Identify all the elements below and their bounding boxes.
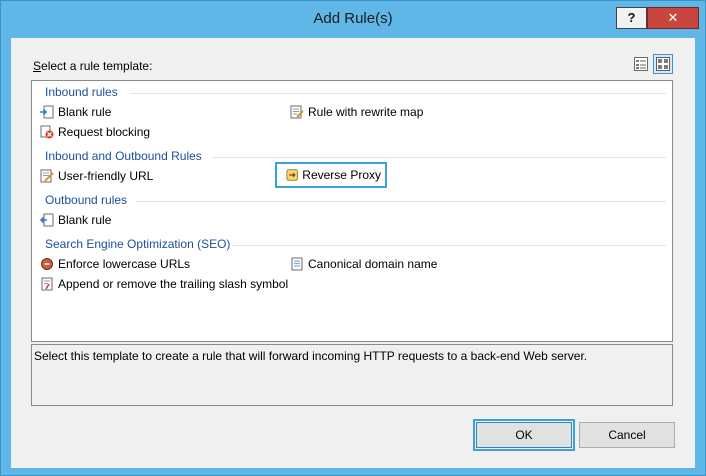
details-view-icon bbox=[634, 57, 648, 71]
help-button[interactable]: ? bbox=[616, 7, 647, 29]
group-title-seo: Search Engine Optimization (SEO) bbox=[45, 237, 231, 251]
group-divider bbox=[212, 157, 666, 158]
group-title-inbound-outbound: Inbound and Outbound Rules bbox=[45, 149, 202, 163]
group-title-inbound: Inbound rules bbox=[45, 85, 118, 99]
template-user-friendly-url[interactable]: User-friendly URL bbox=[36, 165, 157, 187]
template-outbound-blank-rule[interactable]: Blank rule bbox=[36, 209, 115, 231]
lowercase-icon bbox=[41, 258, 53, 270]
template-label: Rule with rewrite map bbox=[308, 105, 424, 119]
tiles-view-icon bbox=[656, 57, 670, 71]
template-label: Request blocking bbox=[58, 125, 151, 139]
title-bar[interactable]: Add Rule(s) ? ✕ bbox=[1, 1, 705, 37]
close-button[interactable]: ✕ bbox=[647, 7, 699, 29]
outbound-blank-rule-icon bbox=[40, 213, 54, 227]
add-rules-dialog: Add Rule(s) ? ✕ Select a rule template: … bbox=[0, 0, 706, 476]
template-label: User-friendly URL bbox=[58, 169, 154, 183]
group-divider bbox=[136, 201, 666, 202]
group-divider bbox=[130, 93, 666, 94]
request-blocking-icon bbox=[40, 125, 54, 139]
canonical-domain-icon bbox=[291, 257, 303, 271]
rule-template-list[interactable]: Inbound rules Blank rule Rule with rewri… bbox=[31, 80, 673, 342]
accesskey: S bbox=[33, 59, 42, 73]
template-label: Canonical domain name bbox=[308, 257, 438, 271]
template-label: Blank rule bbox=[58, 213, 112, 227]
tiles-view-button[interactable] bbox=[653, 54, 673, 74]
template-label: Blank rule bbox=[58, 105, 112, 119]
dialog-body: Select a rule template: Inbound rules Bl… bbox=[11, 38, 695, 468]
rewrite-map-icon bbox=[290, 105, 304, 119]
group-divider bbox=[232, 245, 666, 246]
details-view-button[interactable] bbox=[631, 54, 651, 74]
prompt-rest: elect a rule template: bbox=[41, 59, 153, 73]
cancel-button[interactable]: Cancel bbox=[579, 422, 675, 448]
template-description: Select this template to create a rule th… bbox=[31, 344, 673, 406]
template-request-blocking[interactable]: Request blocking bbox=[36, 121, 154, 143]
group-title-outbound: Outbound rules bbox=[45, 193, 128, 207]
ok-button[interactable]: OK bbox=[473, 419, 575, 451]
template-label: Reverse Proxy bbox=[302, 168, 381, 182]
user-friendly-url-icon bbox=[40, 169, 54, 183]
dialog-title: Add Rule(s) bbox=[313, 10, 393, 27]
template-inbound-blank-rule[interactable]: Blank rule bbox=[36, 101, 115, 123]
template-canonical-domain-name[interactable]: Canonical domain name bbox=[286, 253, 441, 275]
template-enforce-lowercase-urls[interactable]: Enforce lowercase URLs bbox=[36, 253, 194, 275]
select-template-label: Select a rule template: bbox=[33, 59, 152, 73]
trailing-slash-icon bbox=[41, 277, 53, 291]
blank-rule-icon bbox=[40, 105, 54, 119]
template-rule-with-rewrite-map[interactable]: Rule with rewrite map bbox=[286, 101, 427, 123]
template-reverse-proxy[interactable]: Reverse Proxy bbox=[275, 162, 387, 188]
template-label: Enforce lowercase URLs bbox=[58, 257, 191, 271]
reverse-proxy-icon bbox=[286, 169, 298, 181]
template-label: Append or remove the trailing slash symb… bbox=[58, 277, 289, 291]
template-trailing-slash[interactable]: Append or remove the trailing slash symb… bbox=[36, 273, 292, 295]
